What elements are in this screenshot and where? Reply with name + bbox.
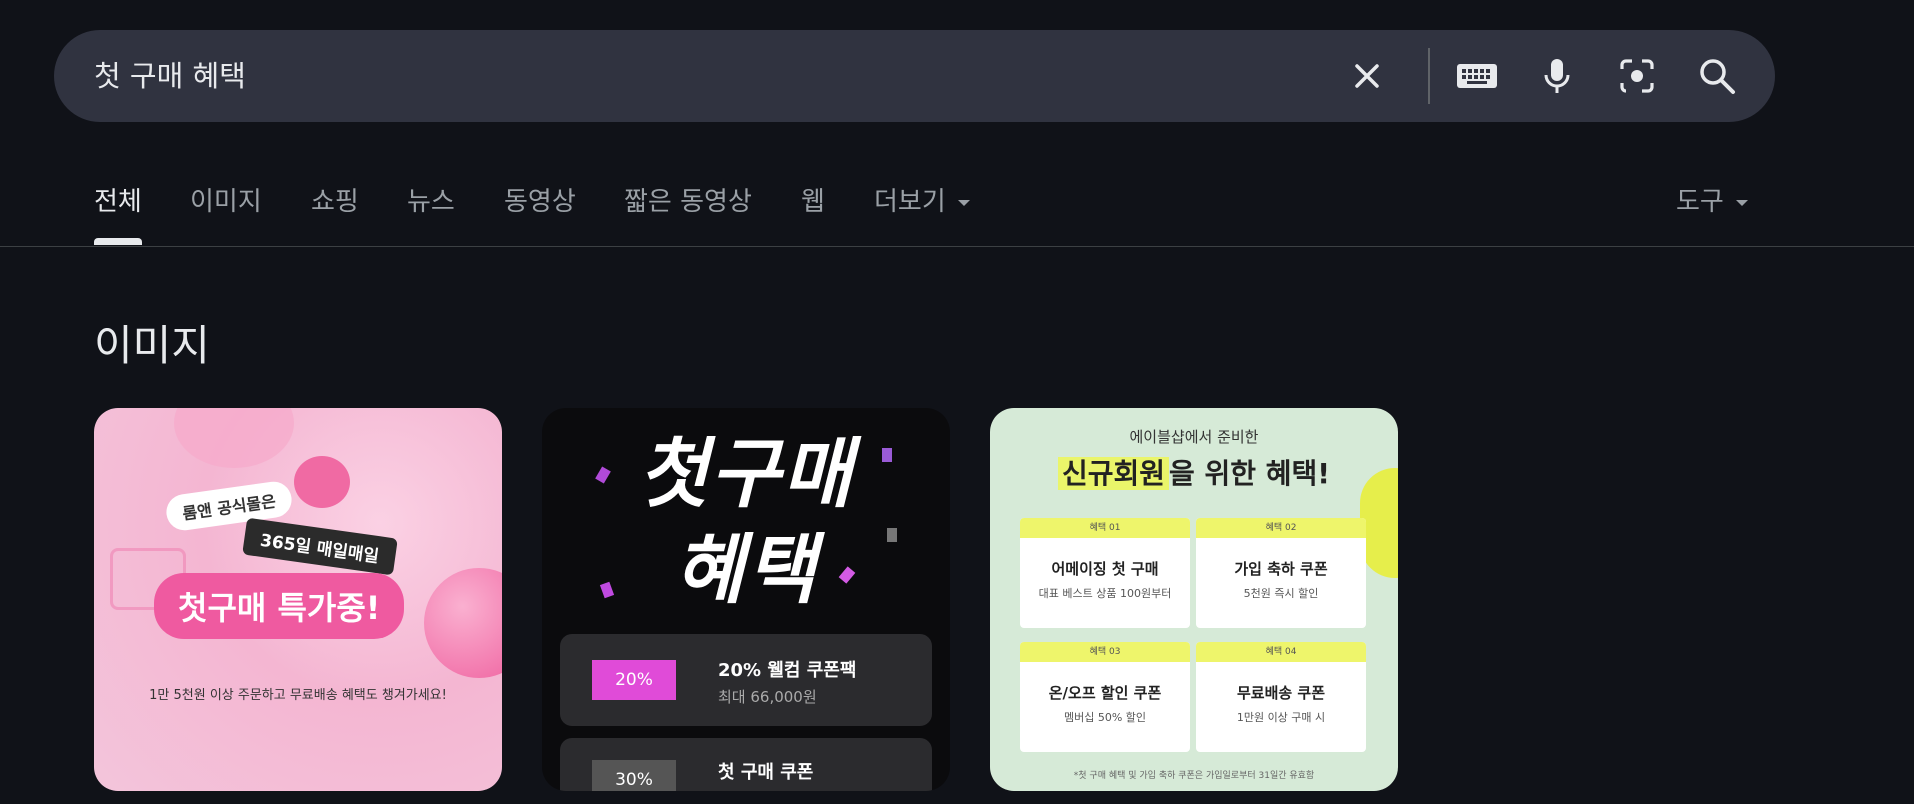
promo-line-4: 1만 5천원 이상 주문하고 무료배송 혜택도 챙겨가세요!: [149, 688, 447, 703]
heart-decor-icon: [294, 456, 350, 508]
benefit-box-3: 혜택 03 온/오프 할인 쿠폰 멤버십 50% 할인: [1020, 642, 1190, 752]
search-bar[interactable]: 첫 구매 혜택: [54, 30, 1775, 122]
search-divider: [1428, 48, 1430, 104]
search-tabs: 전체 이미지 쇼핑 뉴스 동영상 짧은 동영상 웹 더보기 도구: [0, 160, 1914, 247]
benefit-title: 가입 축하 쿠폰: [1234, 560, 1328, 578]
active-tab-indicator: [94, 238, 142, 245]
chevron-down-icon: [957, 199, 970, 206]
coupon-card-2: 30% 첫 구매 쿠폰: [560, 738, 932, 791]
promo-title-rest: 을 위한 혜택!: [1168, 457, 1331, 490]
coupon-card-1: 20% 20% 웰컴 쿠폰팩 최대 66,000원: [560, 634, 932, 726]
image-result-1[interactable]: 롬앤 공식몰은 365일 매일매일 첫구매 특가중! 1만 5천원 이상 주문하…: [94, 408, 502, 791]
search-icon[interactable]: [1694, 53, 1740, 99]
tools-button[interactable]: 도구: [1676, 180, 1748, 224]
benefit-box-4: 혜택 04 무료배송 쿠폰 1만원 이상 구매 시: [1196, 642, 1366, 752]
image-result-2[interactable]: 첫구매 혜택 20% 20% 웰컴 쿠폰팩 최대 66,000원 30% 첫 구…: [542, 408, 950, 791]
benefit-title: 무료배송 쿠폰: [1236, 684, 1326, 702]
benefit-head: 혜택 03: [1020, 642, 1190, 662]
benefit-box-1: 혜택 01 어메이징 첫 구매 대표 베스트 상품 100원부터: [1020, 518, 1190, 628]
tab-more-label: 더보기: [874, 187, 946, 217]
benefit-head: 혜택 04: [1196, 642, 1366, 662]
benefit-head: 혜택 02: [1196, 518, 1366, 538]
chevron-down-icon: [1735, 199, 1748, 206]
promo-footnote: *첫 구매 혜택 및 가입 축하 쿠폰은 가입일로부터 31일간 유효함: [1073, 771, 1315, 781]
tools-label: 도구: [1676, 187, 1724, 217]
benefit-sub: 멤버십 50% 할인: [1063, 711, 1147, 724]
benefit-head: 혜택 01: [1020, 518, 1190, 538]
section-title: 이미지: [94, 321, 210, 370]
tab-more[interactable]: 더보기: [874, 180, 970, 224]
image-result-3[interactable]: 에이블샵에서 준비한 신규회원 을 위한 혜택! 혜택 01 어메이징 첫 구매 …: [990, 408, 1398, 791]
ball-decor: [424, 568, 502, 678]
coupon-title: 20% 웰컴 쿠폰팩: [718, 660, 857, 681]
coupon-tag: 30%: [592, 760, 676, 791]
tab-news[interactable]: 뉴스: [407, 180, 455, 224]
coupon-sub: 최대 66,000원: [718, 688, 817, 706]
promo-title: 신규회원 을 위한 혜택!: [990, 452, 1398, 492]
benefit-sub: 5천원 즉시 할인: [1243, 587, 1319, 600]
promo-title-highlight: 신규회원: [1057, 457, 1169, 490]
tab-all[interactable]: 전체: [94, 180, 142, 224]
benefit-box-2: 혜택 02 가입 축하 쿠폰 5천원 즉시 할인: [1196, 518, 1366, 628]
lens-icon[interactable]: [1614, 53, 1660, 99]
promo-line-2: 365일 매일매일: [242, 517, 398, 576]
mic-icon[interactable]: [1534, 53, 1580, 99]
promo-line-3: 첫구매 특가중!: [154, 573, 405, 639]
tab-short-videos[interactable]: 짧은 동영상: [624, 180, 752, 224]
tab-shopping[interactable]: 쇼핑: [311, 180, 359, 224]
promo-subtitle: 에이블샵에서 준비한: [1129, 428, 1259, 446]
tab-videos[interactable]: 동영상: [504, 180, 576, 224]
confetti: [882, 448, 892, 462]
coupon-tag: 20%: [592, 660, 676, 700]
close-icon[interactable]: [1344, 53, 1390, 99]
tab-images[interactable]: 이미지: [190, 180, 262, 224]
search-input[interactable]: 첫 구매 혜택: [94, 30, 246, 122]
tab-web[interactable]: 웹: [801, 180, 825, 224]
benefit-sub: 대표 베스트 상품 100원부터: [1038, 587, 1172, 600]
coupon-title: 첫 구매 쿠폰: [718, 762, 814, 783]
benefit-title: 어메이징 첫 구매: [1051, 560, 1159, 578]
benefit-sub: 1만원 이상 구매 시: [1236, 711, 1326, 724]
benefit-title: 온/오프 할인 쿠폰: [1048, 684, 1162, 702]
confetti: [887, 528, 897, 542]
keyboard-icon[interactable]: [1454, 53, 1500, 99]
decor-bubble: [174, 408, 294, 468]
